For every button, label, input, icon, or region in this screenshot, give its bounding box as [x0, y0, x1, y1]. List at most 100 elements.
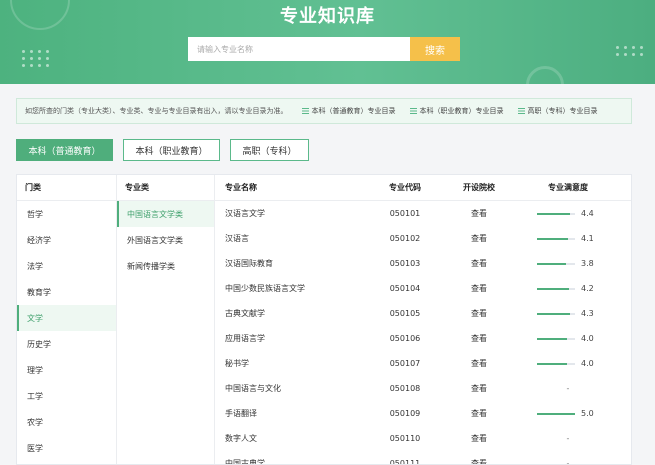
satisfaction-bar-fill [537, 362, 568, 365]
satisfaction-score: 4.0 [581, 359, 594, 368]
view-schools-link[interactable]: 查看 [455, 433, 503, 444]
category-item[interactable]: 经济学 [17, 227, 116, 253]
major-name[interactable]: 古典文献学 [215, 308, 355, 319]
satisfaction-bar [537, 362, 575, 365]
notice-bar: 如您所查的门类（专业大类）、专业类、专业与专业目录有出入，请以专业目录为准。 本… [16, 98, 632, 124]
table-row: 汉语言文学 050101 查看 4.4 [215, 201, 631, 226]
satisfaction-bar [537, 312, 575, 315]
major-name[interactable]: 汉语国际教育 [215, 258, 355, 269]
major-name[interactable]: 中国古典学 [215, 458, 355, 464]
view-schools-link[interactable]: 查看 [455, 458, 503, 464]
major-name[interactable]: 中国语言与文化 [215, 383, 355, 394]
page-title: 专业知识库 [280, 6, 375, 27]
category-item[interactable]: 法学 [17, 253, 116, 279]
catalog-link-label: 本科（普通教育）专业目录 [311, 107, 396, 115]
table-row: 中国古典学 050111 查看 - [215, 451, 631, 465]
view-schools-link[interactable]: 查看 [455, 383, 503, 394]
subcategory-item[interactable]: 外国语言文学类 [117, 227, 214, 253]
major-name[interactable]: 汉语言文学 [215, 208, 355, 219]
search-bar: 搜索 [188, 37, 460, 61]
list-icon [409, 108, 417, 114]
satisfaction-bar-fill [537, 287, 569, 290]
satisfaction-empty: - [566, 459, 570, 465]
hero-banner: 专业知识库 搜索 [0, 0, 655, 84]
table-row: 手语翻译 050109 查看 5.0 [215, 401, 631, 426]
subcategory-item[interactable]: 新闻传播学类 [117, 253, 214, 279]
notice-text: 如您所查的门类（专业大类）、专业类、专业与专业目录有出入，请以专业目录为准。 [25, 107, 288, 115]
satisfaction-bar [537, 237, 575, 240]
list-icon [301, 108, 309, 114]
major-name[interactable]: 中国少数民族语言文学 [215, 283, 355, 294]
satisfaction-empty: - [566, 384, 570, 393]
subcategory-column: 专业类 中国语言文学类 外国语言文学类 新闻传播学类 [117, 175, 215, 464]
major-code: 050106 [389, 334, 421, 343]
satisfaction-cell: 4.3 [503, 309, 631, 318]
col-header-code: 专业代码 [389, 183, 421, 192]
satisfaction-bar-fill [537, 212, 571, 215]
subcategory-list: 中国语言文学类 外国语言文学类 新闻传播学类 [117, 201, 214, 279]
view-schools-link[interactable]: 查看 [455, 308, 503, 319]
satisfaction-score: 4.1 [581, 234, 594, 243]
satisfaction-score: 4.3 [581, 309, 594, 318]
category-item[interactable]: 哲学 [17, 201, 116, 227]
satisfaction-cell: - [503, 459, 631, 465]
major-name[interactable]: 应用语言学 [215, 333, 355, 344]
major-code: 050111 [389, 459, 421, 465]
category-item[interactable]: 工学 [17, 383, 116, 409]
table-row: 古典文献学 050105 查看 4.3 [215, 301, 631, 326]
view-schools-link[interactable]: 查看 [455, 258, 503, 269]
major-code: 050103 [389, 259, 421, 268]
satisfaction-cell: - [503, 434, 631, 443]
table-row: 应用语言学 050106 查看 4.0 [215, 326, 631, 351]
search-input[interactable] [188, 37, 410, 61]
col-header-name: 专业名称 [225, 183, 257, 192]
category-item[interactable]: 历史学 [17, 331, 116, 357]
table-row: 秘书学 050107 查看 4.0 [215, 351, 631, 376]
education-level-tabs: 本科（普通教育） 本科（职业教育） 高职（专科） [16, 139, 319, 161]
tab-undergrad-vocational[interactable]: 本科（职业教育） [123, 139, 220, 161]
view-schools-link[interactable]: 查看 [455, 283, 503, 294]
view-schools-link[interactable]: 查看 [455, 358, 503, 369]
major-name[interactable]: 秘书学 [215, 358, 355, 369]
catalog-link-undergrad-vocational[interactable]: 本科（职业教育）专业目录 [409, 106, 504, 116]
col-header-school: 开设院校 [463, 183, 495, 192]
table-row: 中国语言与文化 050108 查看 - [215, 376, 631, 401]
catalog-link-undergrad-general[interactable]: 本科（普通教育）专业目录 [301, 106, 396, 116]
table-row: 数字人文 050110 查看 - [215, 426, 631, 451]
subcategory-item[interactable]: 中国语言文学类 [117, 201, 214, 227]
catalog-link-higher-vocational[interactable]: 高职（专科）专业目录 [517, 106, 598, 116]
col-header-satisfaction: 专业满意度 [548, 183, 588, 192]
search-button[interactable]: 搜索 [410, 37, 460, 61]
category-item[interactable]: 理学 [17, 357, 116, 383]
view-schools-link[interactable]: 查看 [455, 208, 503, 219]
tab-undergrad-general[interactable]: 本科（普通教育） [16, 139, 113, 161]
major-name[interactable]: 数字人文 [215, 433, 355, 444]
satisfaction-score: 3.8 [581, 259, 594, 268]
satisfaction-bar [537, 262, 575, 265]
view-schools-link[interactable]: 查看 [455, 408, 503, 419]
category-list: 哲学 经济学 法学 教育学 文学 历史学 理学 工学 农学 医学 [17, 201, 116, 461]
category-item[interactable]: 文学 [17, 305, 116, 331]
category-item[interactable]: 教育学 [17, 279, 116, 305]
satisfaction-empty: - [566, 434, 570, 443]
major-code: 050105 [389, 309, 421, 318]
major-name[interactable]: 手语翻译 [215, 408, 355, 419]
decor-dots-right [616, 46, 644, 56]
category-item[interactable]: 农学 [17, 409, 116, 435]
tab-higher-vocational[interactable]: 高职（专科） [230, 139, 309, 161]
table-body: 汉语言文学 050101 查看 4.4 汉语言 050102 查看 4.1 汉语国际教育 0501… [215, 201, 631, 465]
satisfaction-bar [537, 337, 575, 340]
decor-dots-left [22, 50, 50, 67]
category-item[interactable]: 医学 [17, 435, 116, 461]
satisfaction-bar-fill [537, 312, 570, 315]
major-code: 050110 [389, 434, 421, 443]
satisfaction-score: 4.0 [581, 334, 594, 343]
view-schools-link[interactable]: 查看 [455, 233, 503, 244]
satisfaction-cell: 4.1 [503, 234, 631, 243]
category-header: 门类 [17, 175, 116, 201]
satisfaction-score: 4.2 [581, 284, 594, 293]
view-schools-link[interactable]: 查看 [455, 333, 503, 344]
satisfaction-bar-fill [537, 237, 569, 240]
satisfaction-cell: 3.8 [503, 259, 631, 268]
major-name[interactable]: 汉语言 [215, 233, 355, 244]
